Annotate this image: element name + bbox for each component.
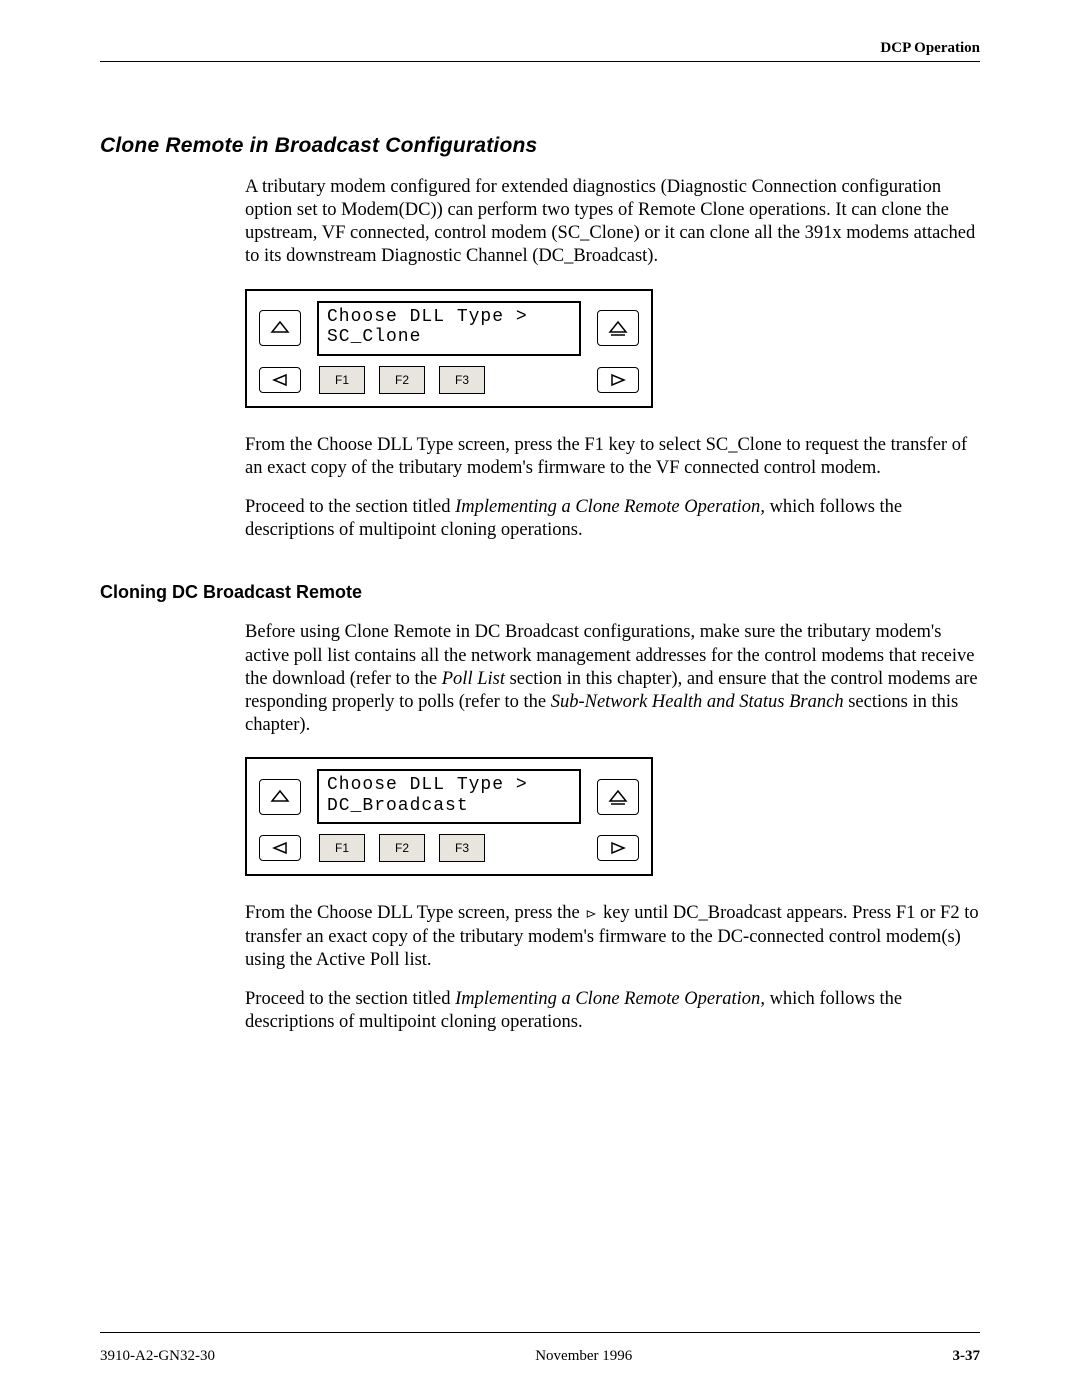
triangle-left-icon (271, 372, 289, 388)
doc-number: 3910-A2-GN32-30 (100, 1348, 215, 1365)
text: Proceed to the section titled (245, 497, 455, 517)
lcd-screen: Choose DLL Type > DC_Broadcast (317, 769, 581, 824)
triangle-right-icon (584, 909, 598, 919)
triangle-up-icon (270, 788, 290, 806)
header-rule (100, 61, 980, 62)
f3-key[interactable]: F3 (439, 834, 485, 862)
home-key[interactable] (597, 779, 639, 815)
page-footer: 3910-A2-GN32-30 November 1996 3-37 (100, 1348, 980, 1365)
triangle-up-bar-icon (608, 319, 628, 337)
triangle-right-icon (609, 840, 627, 856)
para: Proceed to the section titled Implementi… (245, 988, 980, 1034)
panel-row-top: Choose DLL Type > DC_Broadcast (259, 769, 639, 824)
lcd-line1: Choose DLL Type > (327, 775, 528, 795)
fkey-label: F1 (335, 373, 349, 387)
lcd-panel: Choose DLL Type > DC_Broadcast F1 F2 F3 (245, 757, 653, 876)
para: A tributary modem configured for extende… (245, 176, 980, 269)
xref: Sub-Network Health and Status Branch (551, 692, 844, 712)
fkey-label: F2 (395, 841, 409, 855)
para: Before using Clone Remote in DC Broadcas… (245, 621, 980, 737)
panel-row-top: Choose DLL Type > SC_Clone (259, 301, 639, 356)
lcd-line2: DC_Broadcast (327, 796, 469, 816)
subsection-title: Cloning DC Broadcast Remote (100, 582, 980, 603)
para: Proceed to the section titled Implementi… (245, 496, 980, 542)
left-key[interactable] (259, 835, 301, 861)
lcd-panel-figure: Choose DLL Type > SC_Clone F1 F2 F3 (245, 289, 980, 408)
function-keys: F1 F2 F3 (317, 366, 581, 394)
text: Proceed to the section titled (245, 989, 455, 1009)
fkey-label: F2 (395, 373, 409, 387)
xref: Poll List (442, 669, 505, 689)
xref: Implementing a Clone Remote Operation (455, 989, 760, 1009)
right-key[interactable] (597, 367, 639, 393)
lcd-panel-figure: Choose DLL Type > DC_Broadcast F1 F2 F3 (245, 757, 980, 876)
para: From the Choose DLL Type screen, press t… (245, 434, 980, 480)
triangle-up-bar-icon (608, 788, 628, 806)
running-header: DCP Operation (100, 40, 980, 57)
fkey-label: F3 (455, 373, 469, 387)
f3-key[interactable]: F3 (439, 366, 485, 394)
section-title: Clone Remote in Broadcast Configurations (100, 134, 980, 158)
up-key[interactable] (259, 310, 301, 346)
page-number: 3-37 (952, 1348, 980, 1365)
lcd-line1: Choose DLL Type > (327, 307, 528, 327)
f1-key[interactable]: F1 (319, 366, 365, 394)
fkey-label: F1 (335, 841, 349, 855)
right-key[interactable] (597, 835, 639, 861)
fkey-label: F3 (455, 841, 469, 855)
lcd-screen: Choose DLL Type > SC_Clone (317, 301, 581, 356)
f2-key[interactable]: F2 (379, 366, 425, 394)
para: From the Choose DLL Type screen, press t… (245, 902, 980, 971)
panel-row-bottom: F1 F2 F3 (259, 366, 639, 394)
text: From the Choose DLL Type screen, press t… (245, 903, 584, 923)
left-key[interactable] (259, 367, 301, 393)
subsection-body: Before using Clone Remote in DC Broadcas… (245, 621, 980, 1034)
section-body: A tributary modem configured for extende… (245, 176, 980, 542)
up-key[interactable] (259, 779, 301, 815)
lcd-panel: Choose DLL Type > SC_Clone F1 F2 F3 (245, 289, 653, 408)
f2-key[interactable]: F2 (379, 834, 425, 862)
function-keys: F1 F2 F3 (317, 834, 581, 862)
home-key[interactable] (597, 310, 639, 346)
triangle-up-icon (270, 319, 290, 337)
panel-row-bottom: F1 F2 F3 (259, 834, 639, 862)
triangle-left-icon (271, 840, 289, 856)
lcd-line2: SC_Clone (327, 327, 421, 347)
footer-rule (100, 1332, 980, 1333)
triangle-right-icon (609, 372, 627, 388)
page: DCP Operation Clone Remote in Broadcast … (0, 0, 1080, 1397)
content: Clone Remote in Broadcast Configurations… (100, 134, 980, 1034)
doc-date: November 1996 (535, 1348, 632, 1365)
xref: Implementing a Clone Remote Operation (455, 497, 760, 517)
f1-key[interactable]: F1 (319, 834, 365, 862)
